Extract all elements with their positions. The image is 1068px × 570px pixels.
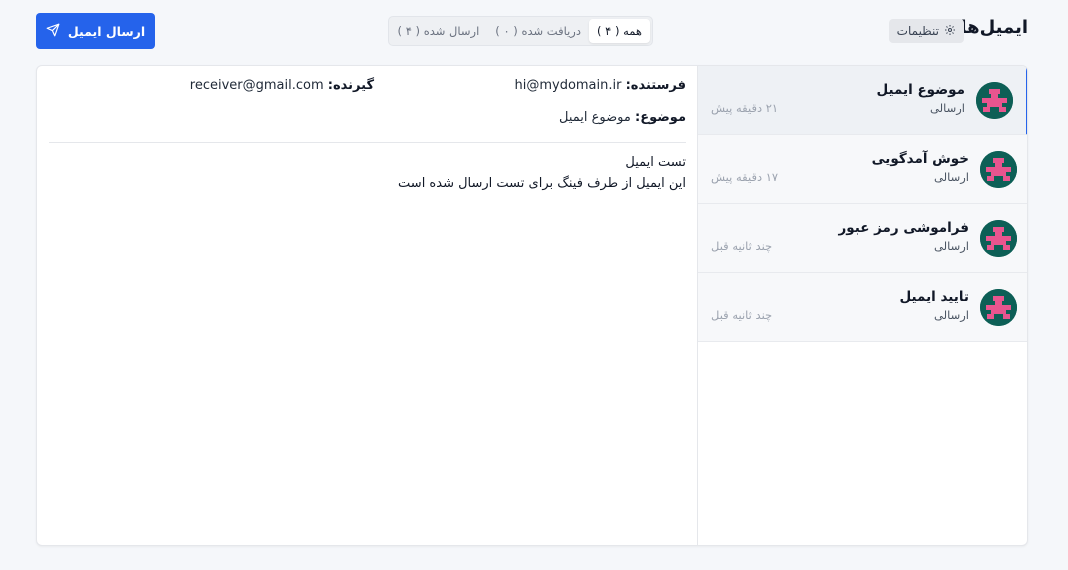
avatar: [980, 220, 1017, 257]
email-panel: فرستنده: hi@mydomain.ir گیرنده: receiver…: [36, 65, 1028, 546]
gear-icon: [944, 24, 956, 39]
email-time: چند ثانیه قبل: [711, 308, 773, 322]
avatar: [980, 289, 1017, 326]
email-title: خوش آمدگویی: [871, 151, 969, 167]
email-title: تایید ایمیل: [899, 289, 969, 305]
email-detail: فرستنده: hi@mydomain.ir گیرنده: receiver…: [37, 66, 698, 545]
divider: [49, 142, 686, 143]
to-value: receiver@gmail.com: [189, 78, 324, 93]
email-status: ارسالی: [934, 170, 969, 184]
page-title: ایمیل‌ها: [960, 17, 1028, 38]
email-title: فراموشی رمز عبور: [838, 220, 969, 236]
email-time: چند ثانیه قبل: [711, 239, 773, 253]
email-list-item[interactable]: فراموشی رمز عبور ارسالی چند ثانیه قبل: [698, 204, 1027, 273]
avatar: [976, 82, 1013, 119]
send-email-label: ارسال ایمیل: [67, 23, 146, 39]
to-label: گیرنده:: [327, 78, 374, 93]
settings-button[interactable]: تنظیمات: [888, 19, 964, 43]
email-time: ۱۷ دقیقه پیش: [711, 170, 779, 184]
send-email-button[interactable]: ارسال ایمیل: [36, 13, 155, 49]
header: ایمیل‌ها تنظیمات همه ( ۴ ) دریافت شده ( …: [0, 0, 1068, 62]
email-body-line: تست ایمیل: [625, 155, 686, 170]
settings-label: تنظیمات: [896, 24, 939, 38]
tab-sent[interactable]: ارسال شده ( ۴ ): [390, 19, 488, 43]
email-list-item[interactable]: تایید ایمیل ارسالی چند ثانیه قبل: [698, 273, 1027, 342]
subject-label: موضوع:: [635, 110, 686, 125]
from-row: فرستنده: hi@mydomain.ir: [514, 78, 686, 93]
email-title: موضوع ایمیل: [876, 82, 965, 98]
from-value: hi@mydomain.ir: [514, 78, 622, 93]
subject-value: موضوع ایمیل: [559, 110, 631, 125]
email-list-item[interactable]: موضوع ایمیل ارسالی ۲۱ دقیقه پیش: [698, 66, 1027, 135]
to-row: گیرنده: receiver@gmail.com: [190, 78, 374, 93]
email-list-item[interactable]: خوش آمدگویی ارسالی ۱۷ دقیقه پیش: [698, 135, 1027, 204]
email-status: ارسالی: [934, 239, 969, 253]
from-label: فرستنده:: [625, 78, 686, 93]
email-body-line: این ایمیل از طرف فینگ برای تست ارسال شده…: [398, 176, 686, 191]
avatar: [980, 151, 1017, 188]
email-time: ۲۱ دقیقه پیش: [711, 101, 779, 115]
email-status: ارسالی: [930, 101, 965, 115]
subject-row: موضوع: موضوع ایمیل: [559, 110, 686, 125]
paper-plane-icon: [46, 23, 60, 40]
email-list: موضوع ایمیل ارسالی ۲۱ دقیقه پیش خوش آمدگ…: [698, 66, 1027, 545]
tab-received[interactable]: دریافت شده ( ۰ ): [487, 19, 589, 43]
filter-tabs: همه ( ۴ ) دریافت شده ( ۰ ) ارسال شده ( ۴…: [388, 16, 653, 46]
tab-all[interactable]: همه ( ۴ ): [588, 19, 650, 43]
email-status: ارسالی: [934, 308, 969, 322]
